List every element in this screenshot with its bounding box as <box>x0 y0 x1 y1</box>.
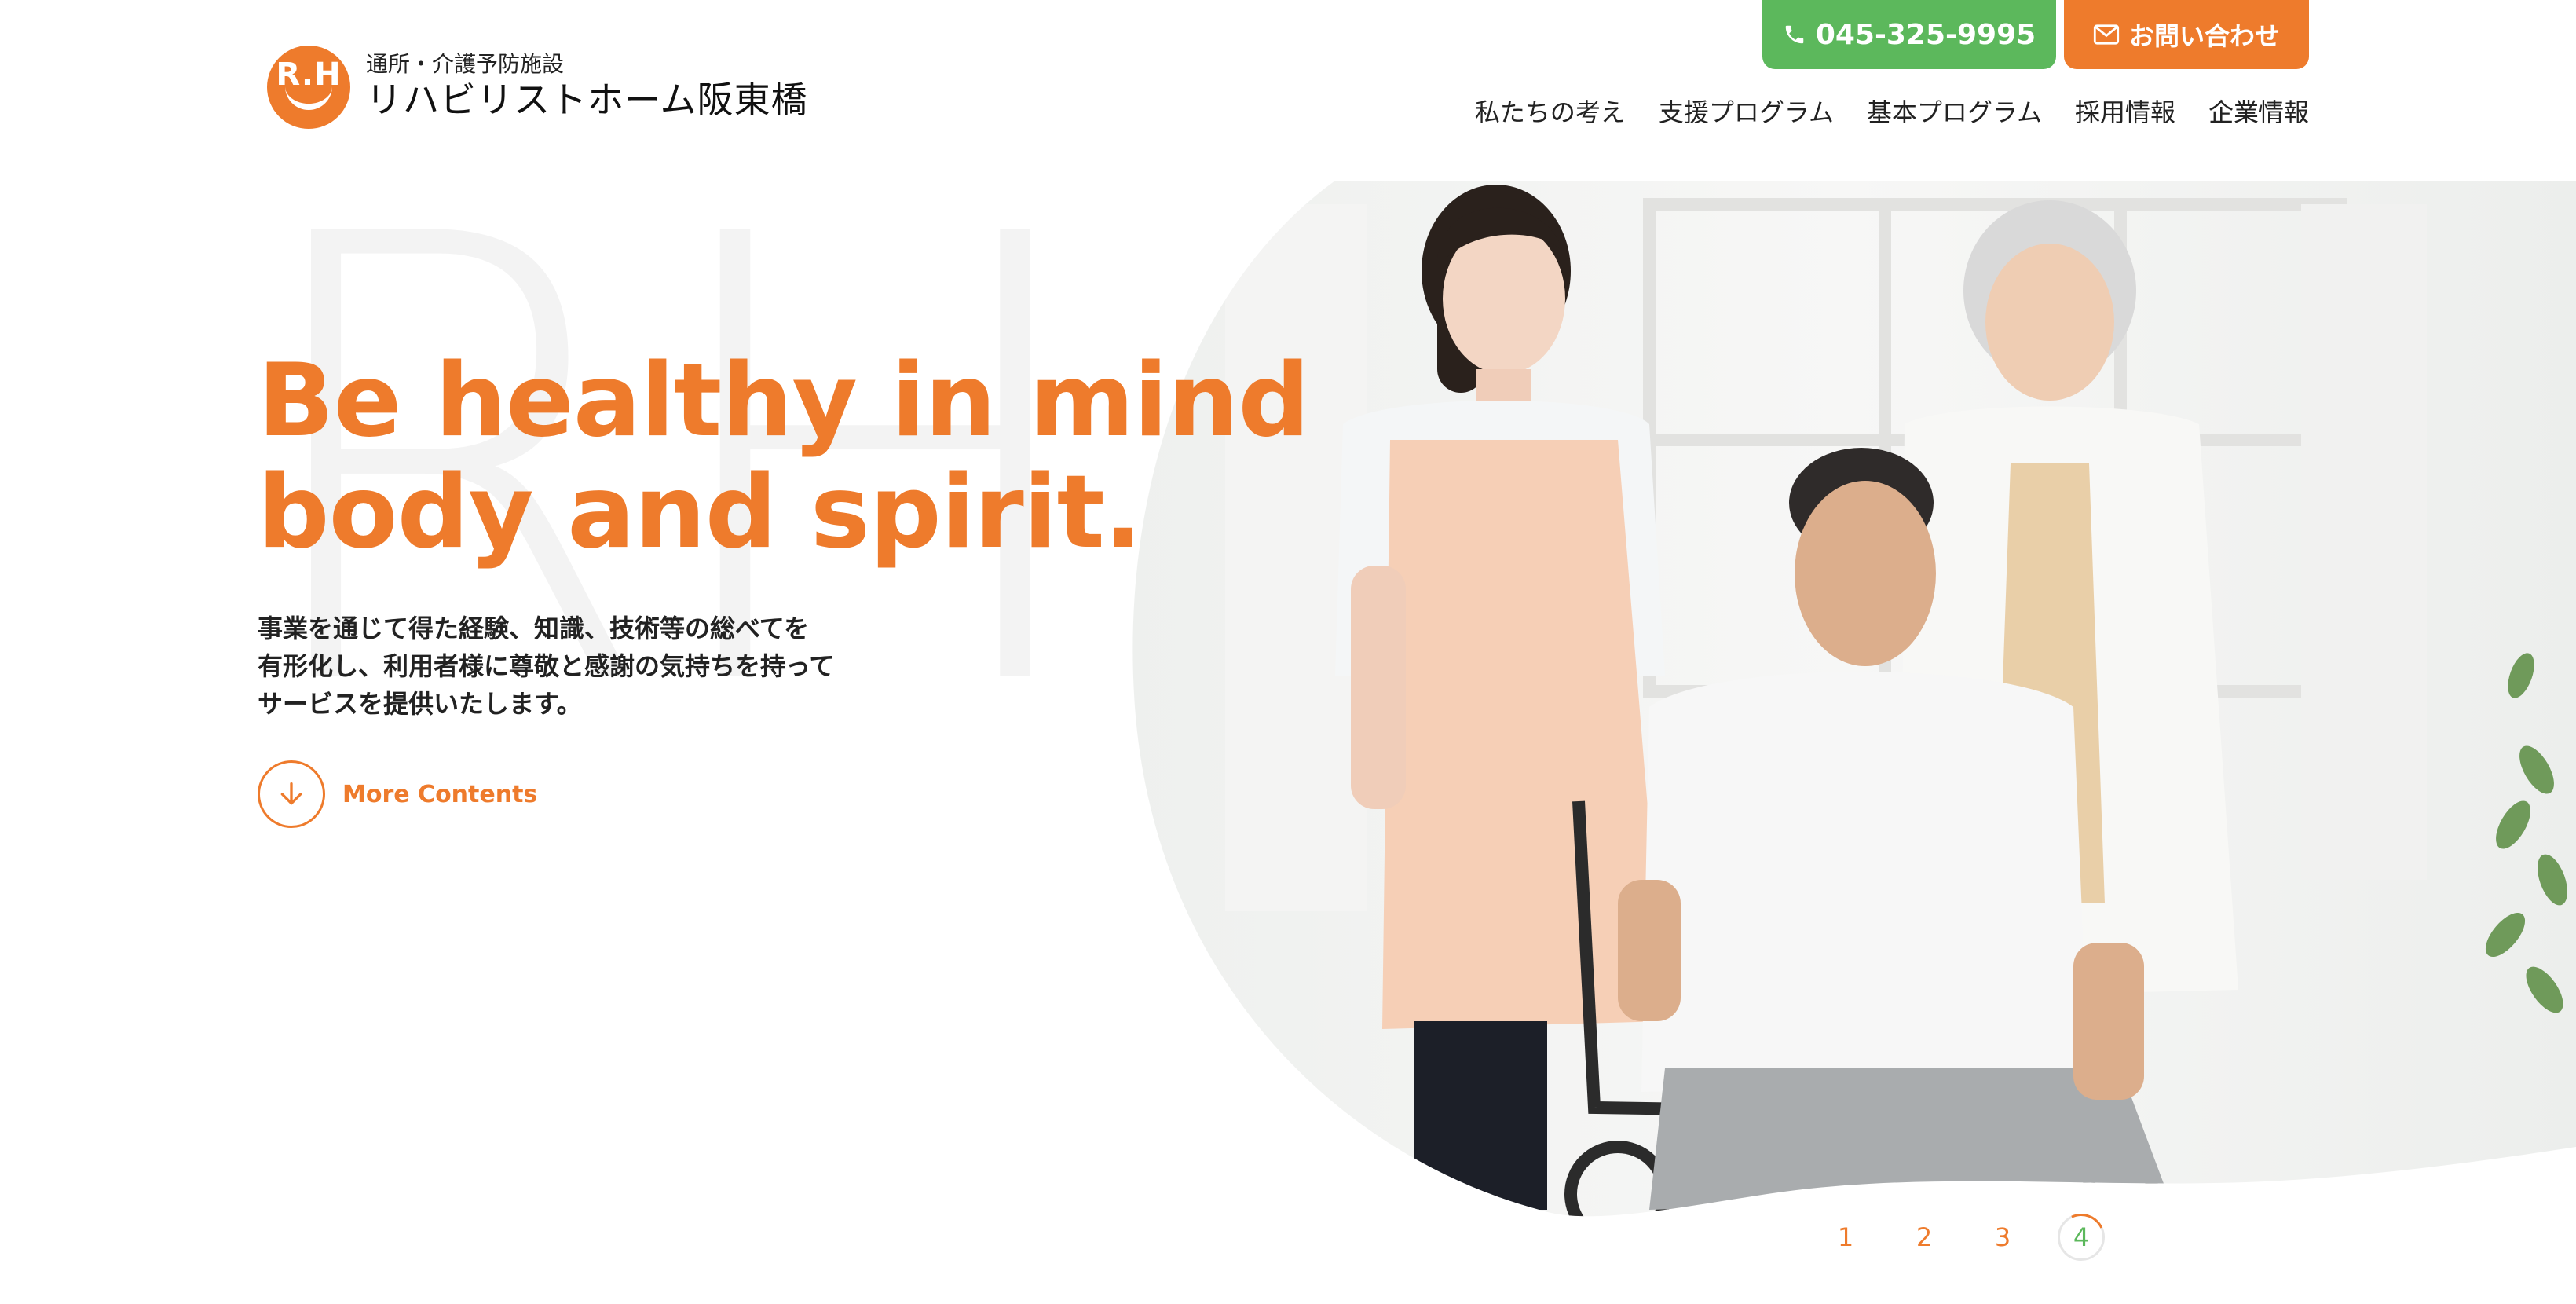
logo-name: リハビリストホーム阪東橋 <box>366 79 808 122</box>
slide-page-1[interactable]: 1 <box>1822 1214 1869 1261</box>
nav-item-support-program[interactable]: 支援プログラム <box>1659 93 1834 129</box>
slide-pagination: 1 2 3 4 <box>1822 1214 2136 1261</box>
hero-content: Be healthy in mind body and spirit. 事業を通… <box>258 342 1310 828</box>
hero-headline: Be healthy in mind body and spirit. <box>258 342 1310 571</box>
nav-item-company[interactable]: 企業情報 <box>2208 93 2309 129</box>
slide-page-4[interactable]: 4 <box>2058 1214 2105 1261</box>
slide-page-3[interactable]: 3 <box>1979 1214 2026 1261</box>
phone-button[interactable]: 045-325-9995 <box>1762 0 2056 69</box>
logo-smile-icon <box>285 77 332 110</box>
mail-icon <box>2093 24 2120 46</box>
hero-description: 事業を通じて得た経験、知識、技術等の総べてを 有形化し、利用者様に尊敬と感謝の気… <box>258 610 1309 723</box>
contact-label: お問い合わせ <box>2128 21 2280 51</box>
phone-icon <box>1783 23 1806 46</box>
main-nav: 私たちの考え 支援プログラム 基本プログラム 採用情報 企業情報 <box>1475 93 2309 129</box>
nav-item-basic-program[interactable]: 基本プログラム <box>1867 93 2042 129</box>
logo-mark: R.H <box>267 46 350 129</box>
more-contents-label: More Contents <box>342 780 538 808</box>
logo-subtitle: 通所・介護予防施設 <box>366 51 565 78</box>
desc-line-2: 有形化し、利用者様に尊敬と感謝の気持ちを持って <box>258 651 835 681</box>
nav-item-recruit[interactable]: 採用情報 <box>2075 93 2175 129</box>
headline-line-2: body and spirit. <box>258 454 1142 571</box>
arrow-down-icon <box>258 760 325 828</box>
page: RH R.H 通所・介護予防施設 リハビリストホーム阪東橋 045-325-99… <box>0 0 2576 1304</box>
slide-page-2[interactable]: 2 <box>1901 1214 1948 1261</box>
logo-text: 通所・介護予防施設 リハビリストホーム阪東橋 <box>366 51 808 123</box>
desc-line-3: サービスを提供いたします。 <box>258 689 582 719</box>
more-contents-link[interactable]: More Contents <box>258 760 1309 828</box>
desc-line-1: 事業を通じて得た経験、知識、技術等の総べてを <box>258 614 810 643</box>
nav-item-philosophy[interactable]: 私たちの考え <box>1475 93 1626 129</box>
contact-button[interactable]: お問い合わせ <box>2064 0 2309 69</box>
site-logo[interactable]: R.H 通所・介護予防施設 リハビリストホーム阪東橋 <box>267 46 808 129</box>
headline-line-1: Be healthy in mind <box>258 342 1310 460</box>
site-header: R.H 通所・介護予防施設 リハビリストホーム阪東橋 045-325-9995 … <box>0 0 2576 165</box>
phone-number: 045-325-9995 <box>1815 18 2036 51</box>
